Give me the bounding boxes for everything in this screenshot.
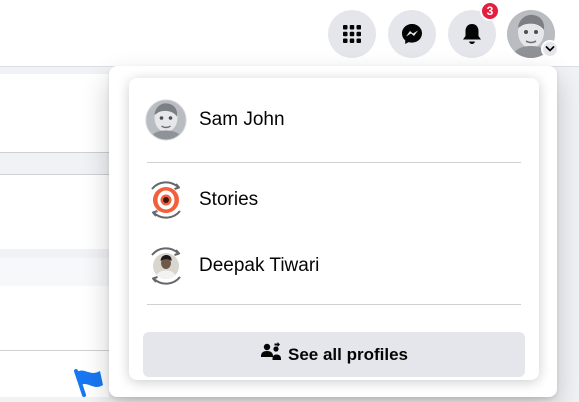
profile-name-deepak-tiwari: Deepak Tiwari <box>199 255 320 276</box>
main-profile-item[interactable]: Sam John <box>135 94 533 146</box>
menu-divider <box>147 162 521 163</box>
background-card-3 <box>0 258 109 286</box>
profiles-card: Sam John Stories Deepak Tiwari See all p… <box>129 78 539 380</box>
profile-item-stories[interactable]: Stories <box>135 174 533 226</box>
profile-name-stories: Stories <box>199 189 259 210</box>
menu-button[interactable] <box>328 10 376 58</box>
notification-count-badge: 3 <box>480 1 500 21</box>
background-divider-1 <box>0 152 109 153</box>
background-divider-2 <box>0 174 109 175</box>
background-card-4 <box>0 286 109 350</box>
chevron-down-icon <box>545 40 555 58</box>
messenger-button[interactable] <box>388 10 436 58</box>
grid-menu-icon <box>342 24 362 44</box>
messenger-icon <box>400 22 424 46</box>
profiles-switch-icon <box>260 342 282 367</box>
profile-item-deepak-tiwari[interactable]: Deepak Tiwari <box>135 240 533 292</box>
background-card-2 <box>0 175 109 249</box>
main-profile-name: Sam John <box>199 109 285 130</box>
account-dropdown-menu: Sam John Stories Deepak Tiwari See all p… <box>109 66 557 397</box>
account-menu-toggle[interactable] <box>541 40 559 58</box>
menu-divider <box>147 304 521 305</box>
person-avatar <box>145 245 187 287</box>
avatar <box>145 99 187 141</box>
background-card-1 <box>0 74 109 152</box>
see-all-profiles-button[interactable]: See all profiles <box>143 332 525 377</box>
top-navigation-bar: 3 <box>0 0 579 67</box>
bell-icon <box>461 22 483 46</box>
see-all-profiles-label: See all profiles <box>288 344 408 364</box>
stories-avatar <box>145 179 187 221</box>
